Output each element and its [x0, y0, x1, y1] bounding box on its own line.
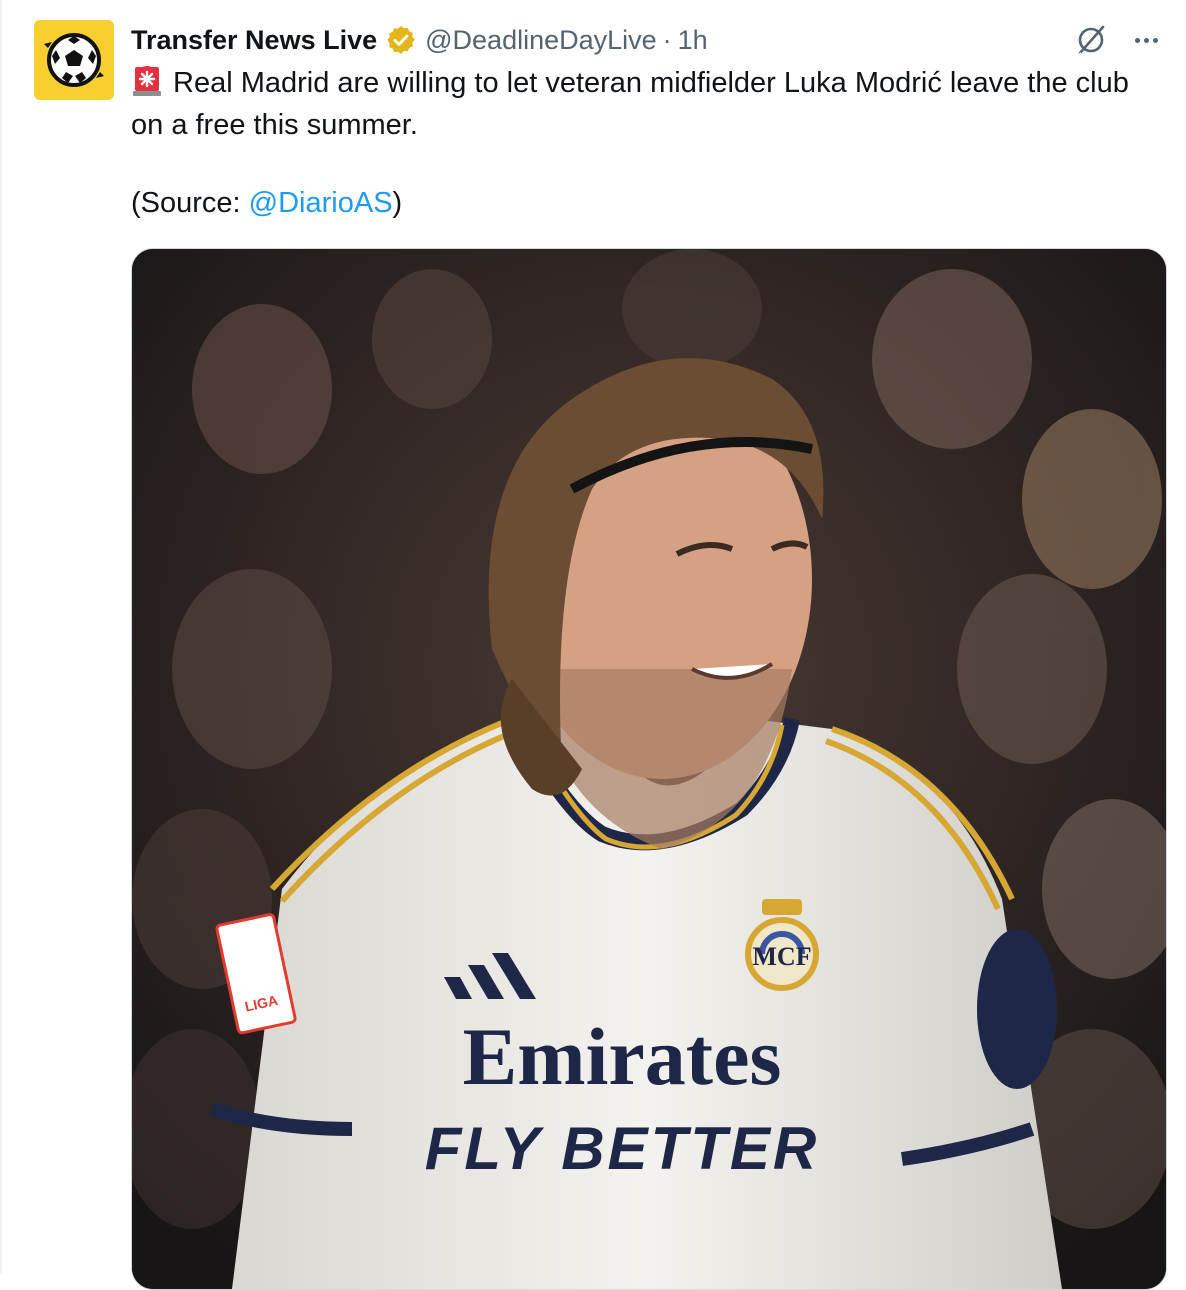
hp-sleeve-patch: [977, 929, 1057, 1089]
tweet-timestamp[interactable]: 1h: [678, 25, 708, 56]
tweet-source-line: (Source: @DiarioAS): [131, 182, 402, 224]
display-name[interactable]: Transfer News Live: [131, 25, 377, 56]
shirt-sponsor-text: Emirates: [463, 1011, 782, 1102]
meta-separator: ·: [662, 24, 672, 55]
source-suffix: ): [392, 187, 403, 219]
soccer-ball-icon: [44, 33, 104, 87]
shirt-slogan-text: FLY BETTER: [425, 1115, 819, 1182]
svg-text:MCF: MCF: [752, 942, 811, 971]
tweet-actions-top: [1073, 22, 1158, 58]
tweet-body: Real Madrid are willing to let veteran m…: [131, 62, 1151, 146]
player-photo: MCF Emirates FLY BETTER LIGA: [132, 249, 1166, 1289]
police-siren-icon: [133, 66, 161, 96]
profile-avatar[interactable]: [34, 20, 114, 100]
source-prefix: (Source:: [131, 187, 249, 219]
more-options-icon[interactable]: [1135, 37, 1158, 43]
verified-badge-icon[interactable]: [385, 24, 417, 56]
source-mention-link[interactable]: @DiarioAS: [249, 187, 393, 219]
tweet-header: Transfer News Live @DeadlineDayLive · 1h: [131, 18, 708, 62]
tweet-media-image[interactable]: MCF Emirates FLY BETTER LIGA: [131, 248, 1167, 1290]
user-handle[interactable]: @DeadlineDayLive: [425, 25, 657, 56]
grok-icon[interactable]: [1073, 22, 1109, 58]
timeline-left-border: [0, 0, 2, 1274]
tweet-text: Real Madrid are willing to let veteran m…: [131, 67, 1137, 141]
